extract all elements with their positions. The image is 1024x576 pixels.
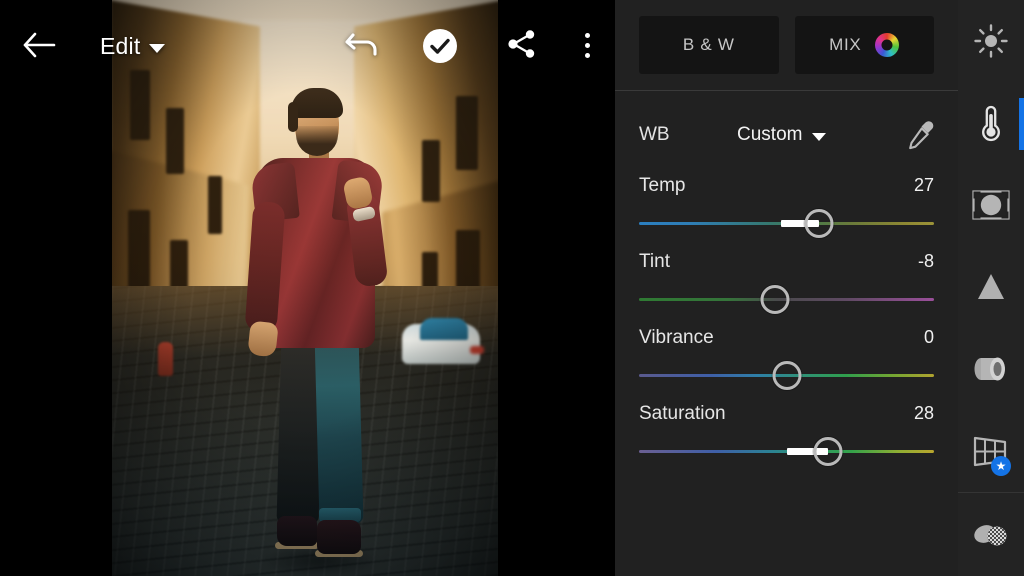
slider-vibrance-knob[interactable] xyxy=(772,361,801,390)
slider-vibrance-label: Vibrance xyxy=(639,327,714,348)
tool-color[interactable] xyxy=(958,82,1024,164)
mix-button[interactable]: MIX xyxy=(794,16,934,74)
vertical-dots-icon xyxy=(584,32,590,58)
slider-vibrance-header: Vibrance 0 xyxy=(639,327,934,349)
slider-tint: Tint -8 xyxy=(639,251,934,314)
slider-tint-label: Tint xyxy=(639,251,670,272)
eyedropper-button[interactable] xyxy=(904,118,938,152)
edit-mode-selector[interactable]: Edit xyxy=(100,28,166,64)
detail-triangle-icon xyxy=(978,274,1004,299)
more-options-button[interactable] xyxy=(568,22,606,68)
photo-window xyxy=(128,210,150,288)
slider-saturation-knob[interactable] xyxy=(813,437,843,466)
photo-subject-beard xyxy=(296,126,338,156)
page-title: Edit xyxy=(100,32,141,59)
color-controls: WB Custom Temp 27 Tint -8 Vibrance 0 Sat… xyxy=(615,91,958,466)
color-mode-row: B & W MIX xyxy=(615,0,958,90)
photo-subject-leg-right xyxy=(314,331,364,525)
color-edit-panel: B & W MIX WB Custom Temp 27 Tint -8 Vibr… xyxy=(615,0,958,576)
bw-button[interactable]: B & W xyxy=(639,16,779,74)
photo-subject-shoe-right xyxy=(317,520,361,554)
white-balance-dropdown[interactable]: Custom xyxy=(737,124,827,146)
slider-temp: Temp 27 xyxy=(639,175,934,238)
photo-canvas[interactable]: Edit xyxy=(0,0,615,576)
slider-temp-knob[interactable] xyxy=(804,209,834,238)
photo-subject-shoe-left xyxy=(277,516,317,546)
slider-saturation-header: Saturation 28 xyxy=(639,403,934,425)
premium-star-badge: ★ xyxy=(991,456,1011,476)
tool-rail: ★ xyxy=(958,0,1024,576)
slider-tint-track[interactable] xyxy=(639,285,934,314)
bw-button-label: B & W xyxy=(682,35,735,54)
photo-subject-hair xyxy=(288,88,343,132)
mix-button-label: MIX xyxy=(829,35,862,54)
slider-tint-header: Tint -8 xyxy=(639,251,934,273)
effects-frame-icon xyxy=(972,190,1010,220)
photo-window xyxy=(456,96,478,170)
color-wheel-icon xyxy=(875,33,900,57)
white-balance-label: WB xyxy=(639,124,670,145)
tool-effects[interactable] xyxy=(958,164,1024,246)
slider-temp-label: Temp xyxy=(639,175,686,196)
photo-subject-hand-left xyxy=(247,320,279,358)
chevron-down-icon xyxy=(149,43,166,53)
slider-vibrance-value: 0 xyxy=(923,327,934,347)
checkmark-circle-icon xyxy=(423,29,457,63)
slider-temp-header: Temp 27 xyxy=(639,175,934,197)
share-icon xyxy=(508,30,535,58)
light-sun-icon xyxy=(974,24,1008,58)
tool-geometry[interactable]: ★ xyxy=(958,410,1024,492)
eyedropper-icon xyxy=(909,121,934,150)
back-button[interactable] xyxy=(16,22,62,68)
slider-vibrance: Vibrance 0 xyxy=(639,327,934,390)
confirm-button[interactable] xyxy=(422,28,458,64)
thermometer-icon xyxy=(982,105,1000,142)
slider-tint-knob[interactable] xyxy=(760,285,790,314)
slider-tint-value: -8 xyxy=(917,251,934,271)
photo-car-taillight xyxy=(470,346,484,354)
photo-window xyxy=(422,140,440,202)
chevron-down-icon xyxy=(812,132,827,141)
photo-subject-person xyxy=(213,82,413,576)
share-button[interactable] xyxy=(500,22,544,66)
slider-saturation-label: Saturation xyxy=(639,403,726,424)
optics-lens-icon xyxy=(974,357,1005,381)
tool-detail[interactable] xyxy=(958,246,1024,328)
back-arrow-icon xyxy=(23,32,56,58)
slider-saturation: Saturation 28 xyxy=(639,403,934,466)
photo-hydrant xyxy=(158,342,173,376)
app-root: Edit B & W MIX WB Custom Temp 27 Tint -8… xyxy=(0,0,1024,576)
undo-icon xyxy=(345,33,377,56)
tool-healing[interactable] xyxy=(958,493,1024,575)
top-toolbar: Edit xyxy=(0,0,615,90)
undo-button[interactable] xyxy=(340,22,386,68)
photo-car-roof xyxy=(420,318,468,340)
slider-vibrance-track[interactable] xyxy=(639,361,934,390)
slider-saturation-value: 28 xyxy=(913,403,934,423)
healing-brush-icon xyxy=(974,525,1007,546)
slider-temp-track[interactable] xyxy=(639,209,934,238)
slider-temp-value: 27 xyxy=(913,175,934,195)
tool-optics[interactable] xyxy=(958,328,1024,410)
photo-window xyxy=(166,108,184,174)
white-balance-row: WB Custom xyxy=(639,109,934,161)
tool-light[interactable] xyxy=(958,0,1024,82)
white-balance-value: Custom xyxy=(737,124,803,145)
slider-saturation-track[interactable] xyxy=(639,437,934,466)
